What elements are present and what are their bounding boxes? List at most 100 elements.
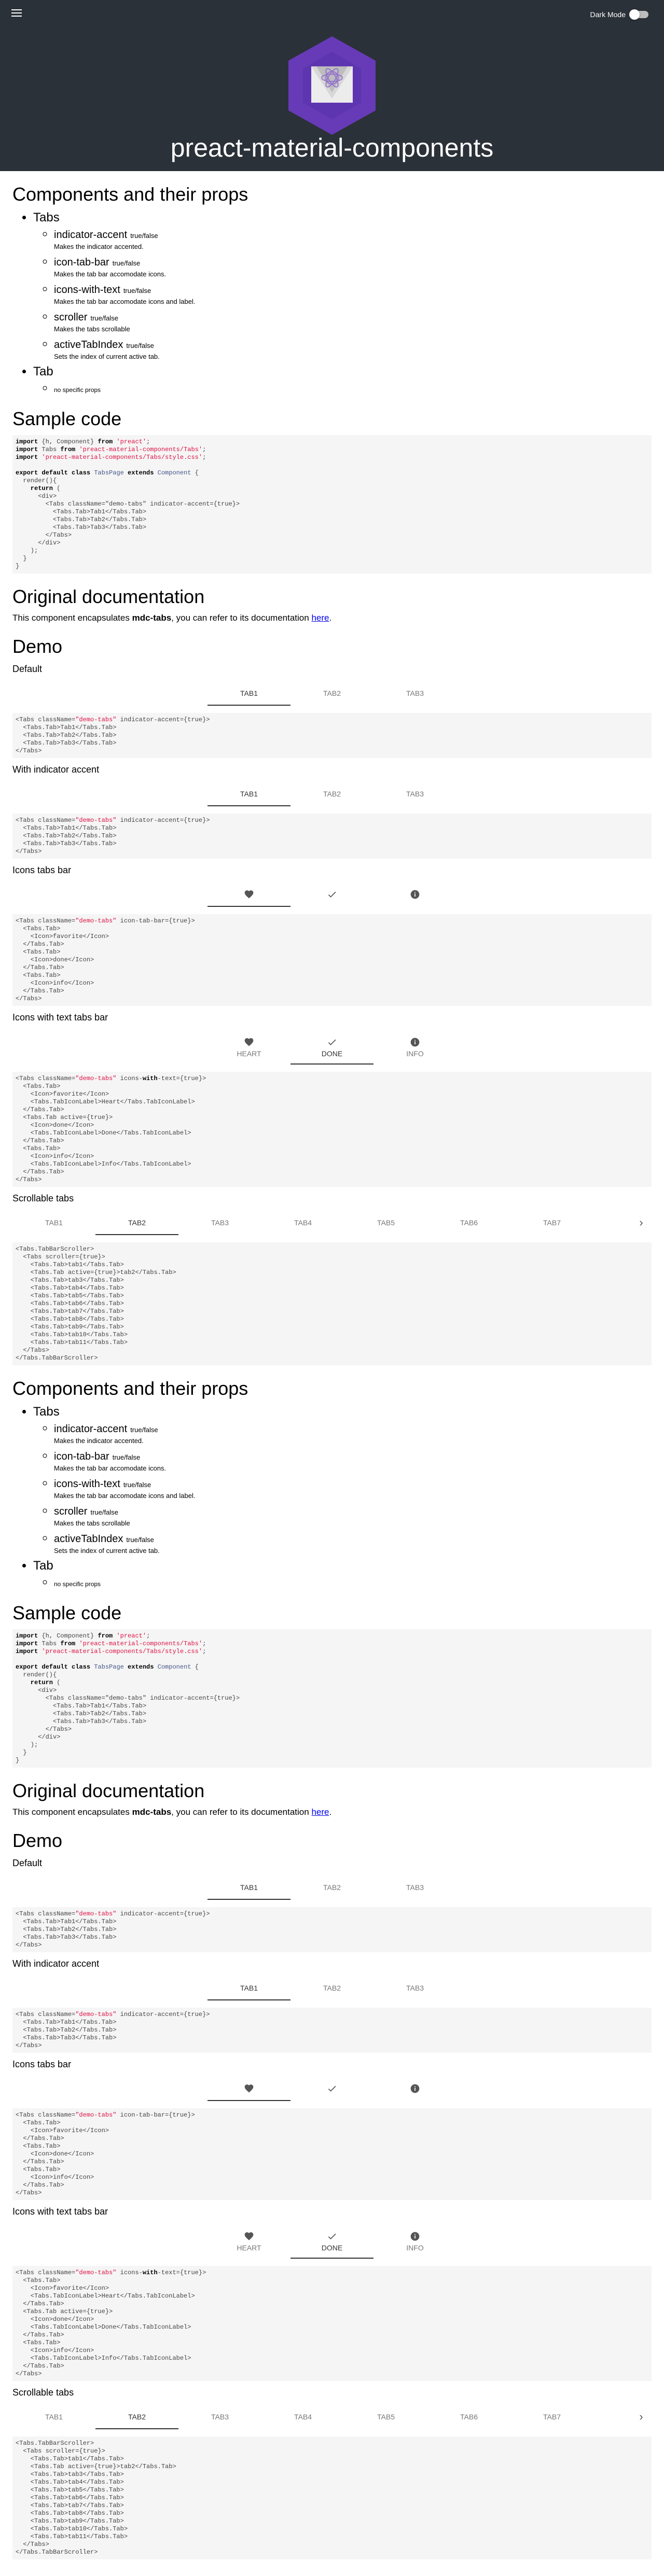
- prop-type: true/false: [123, 1481, 151, 1489]
- tab-7[interactable]: TAB7: [510, 2404, 593, 2429]
- demo-icons-text-title: Icons with text tabs bar: [12, 2206, 108, 2217]
- tab-2[interactable]: TAB2: [95, 2404, 178, 2429]
- tab-check[interactable]: [290, 2076, 374, 2101]
- prop-item: activeTabIndextrue/false Sets the index o…: [54, 337, 652, 360]
- sample-code-title: Sample code: [12, 1602, 122, 1623]
- tab-2[interactable]: TAB2: [290, 1875, 374, 1900]
- doc-component-name: mdc-tabs: [132, 1807, 172, 1817]
- tab-5[interactable]: TAB5: [344, 1210, 427, 1235]
- info-icon: [409, 2230, 421, 2243]
- tab-label: INFO: [406, 2244, 424, 2252]
- props-list: Tabsindicator-accenttrue/falseMakes the …: [12, 1405, 652, 1590]
- doc-period: .: [329, 613, 332, 623]
- component-name: Tabs: [33, 1405, 60, 1419]
- demo-scroll-title: Scrollable tabs: [12, 2387, 74, 2398]
- prop-desc: Makes the tab bar accomodate icons.: [54, 1464, 167, 1472]
- code-default: <Tabs className="demo-tabs" indicator-ac…: [12, 1907, 652, 1952]
- prop-item: indicator-accenttrue/false Makes the indi…: [54, 1421, 652, 1445]
- prop-item: icons-with-texttrue/false Makes the tab b…: [54, 282, 652, 305]
- tab-heart[interactable]: HEART: [208, 1029, 290, 1065]
- demo-title: Demo: [12, 1830, 63, 1851]
- component-name: Tabs: [33, 211, 60, 225]
- tab-1[interactable]: TAB1: [208, 781, 290, 806]
- tab-5[interactable]: TAB5: [344, 2404, 427, 2429]
- prop-type: true/false: [123, 287, 151, 295]
- tab-2[interactable]: TAB2: [290, 1976, 374, 2000]
- icon-text-tab-bar: HEART DONE INFO: [208, 2223, 457, 2259]
- prop-name: icons-with-text: [54, 1478, 120, 1490]
- prop-type: true/false: [90, 1508, 118, 1516]
- tab-label: TAB5: [377, 2413, 395, 2421]
- tab-4[interactable]: TAB4: [261, 1210, 344, 1235]
- check-icon: [326, 2082, 338, 2095]
- heart-icon: [243, 2230, 255, 2243]
- props-title: Components and their props: [12, 1378, 248, 1399]
- tab-1[interactable]: TAB1: [208, 681, 290, 706]
- demo-indicator-title: With indicator accent: [12, 1958, 100, 1969]
- tab-3[interactable]: TAB3: [178, 1210, 261, 1235]
- tab-bar: TAB1 TAB2 TAB3: [208, 781, 457, 806]
- tab-label: TAB7: [543, 2413, 561, 2421]
- tab-label: TAB2: [323, 1984, 341, 1992]
- info-icon: [409, 1036, 421, 1048]
- tab-heart[interactable]: [208, 882, 290, 907]
- chevron-right-icon[interactable]: ›: [631, 2404, 652, 2429]
- tab-info[interactable]: [374, 882, 457, 907]
- tab-3[interactable]: TAB3: [374, 1875, 457, 1900]
- tab-done[interactable]: DONE: [290, 1029, 374, 1065]
- tab-1[interactable]: TAB1: [208, 1875, 290, 1900]
- prop-desc: Sets the index of current active tab.: [54, 353, 160, 360]
- code-indicator: <Tabs className="demo-tabs" indicator-ac…: [12, 2008, 652, 2053]
- tab-info[interactable]: INFO: [374, 2223, 457, 2259]
- tab-label: TAB3: [406, 1883, 424, 1892]
- tab-6[interactable]: TAB6: [427, 1210, 510, 1235]
- demo-title: Demo: [12, 636, 63, 657]
- tab-2[interactable]: TAB2: [290, 781, 374, 806]
- tab-heart[interactable]: HEART: [208, 2223, 290, 2259]
- component-item: Tabno specific props: [33, 365, 652, 396]
- tab-1[interactable]: TAB1: [12, 1210, 95, 1235]
- tab-info[interactable]: [374, 2076, 457, 2101]
- tab-3[interactable]: TAB3: [178, 2404, 261, 2429]
- doc-link[interactable]: here: [311, 613, 329, 623]
- tab-3[interactable]: TAB3: [374, 1976, 457, 2000]
- tab-label: TAB4: [294, 1219, 312, 1227]
- doc-component-name: mdc-tabs: [132, 613, 172, 623]
- tab-4[interactable]: TAB4: [261, 2404, 344, 2429]
- tab-heart[interactable]: [208, 2076, 290, 2101]
- tab-3[interactable]: TAB3: [374, 681, 457, 706]
- prop-name: icons-with-text: [54, 284, 120, 296]
- prop-desc: Makes the tabs scrollable: [54, 325, 130, 333]
- tab-3[interactable]: TAB3: [374, 781, 457, 806]
- demo-indicator-title: With indicator accent: [12, 764, 100, 775]
- tab-2[interactable]: TAB2: [290, 681, 374, 706]
- tab-label: TAB1: [240, 689, 258, 697]
- tab-label: TAB2: [323, 1883, 341, 1892]
- doc-text-before: This component encapsulates: [12, 1807, 132, 1817]
- tab-1[interactable]: TAB1: [12, 2404, 95, 2429]
- prop-item: scrollertrue/false Makes the tabs scrolla…: [54, 1504, 652, 1527]
- menu-icon[interactable]: [11, 9, 22, 17]
- chevron-right-icon[interactable]: ›: [631, 1210, 652, 1235]
- tab-check[interactable]: [290, 882, 374, 907]
- doc-link[interactable]: here: [311, 1807, 329, 1817]
- code-icons-text: <Tabs className="demo-tabs" icons-with-t…: [12, 2266, 652, 2381]
- tab-done[interactable]: DONE: [290, 2223, 374, 2259]
- tab-bar: TAB1 TAB2 TAB3: [208, 1875, 457, 1900]
- tab-1[interactable]: TAB1: [208, 1976, 290, 2000]
- check-icon: [326, 888, 338, 901]
- tab-7[interactable]: TAB7: [510, 1210, 593, 1235]
- code-icons-text: <Tabs className="demo-tabs" icons-with-t…: [12, 1072, 652, 1187]
- tab-label: TAB3: [406, 689, 424, 697]
- prop-item: no specific props: [54, 1575, 652, 1590]
- original-doc-text: This component encapsulates mdc-tabs, yo…: [12, 613, 652, 623]
- tab-2[interactable]: TAB2: [95, 1210, 178, 1235]
- tab-6[interactable]: TAB6: [427, 2404, 510, 2429]
- dark-mode-toggle[interactable]: [629, 9, 648, 20]
- prop-item: icons-with-texttrue/false Makes the tab b…: [54, 1476, 652, 1500]
- tab-info[interactable]: INFO: [374, 1029, 457, 1065]
- demo-scroll-title: Scrollable tabs: [12, 1193, 74, 1203]
- main-content: Components and their props Tabs indicator-…: [0, 184, 664, 2559]
- prop-name: indicator-accent: [54, 1423, 128, 1435]
- dark-mode-control[interactable]: Dark Mode: [590, 9, 648, 20]
